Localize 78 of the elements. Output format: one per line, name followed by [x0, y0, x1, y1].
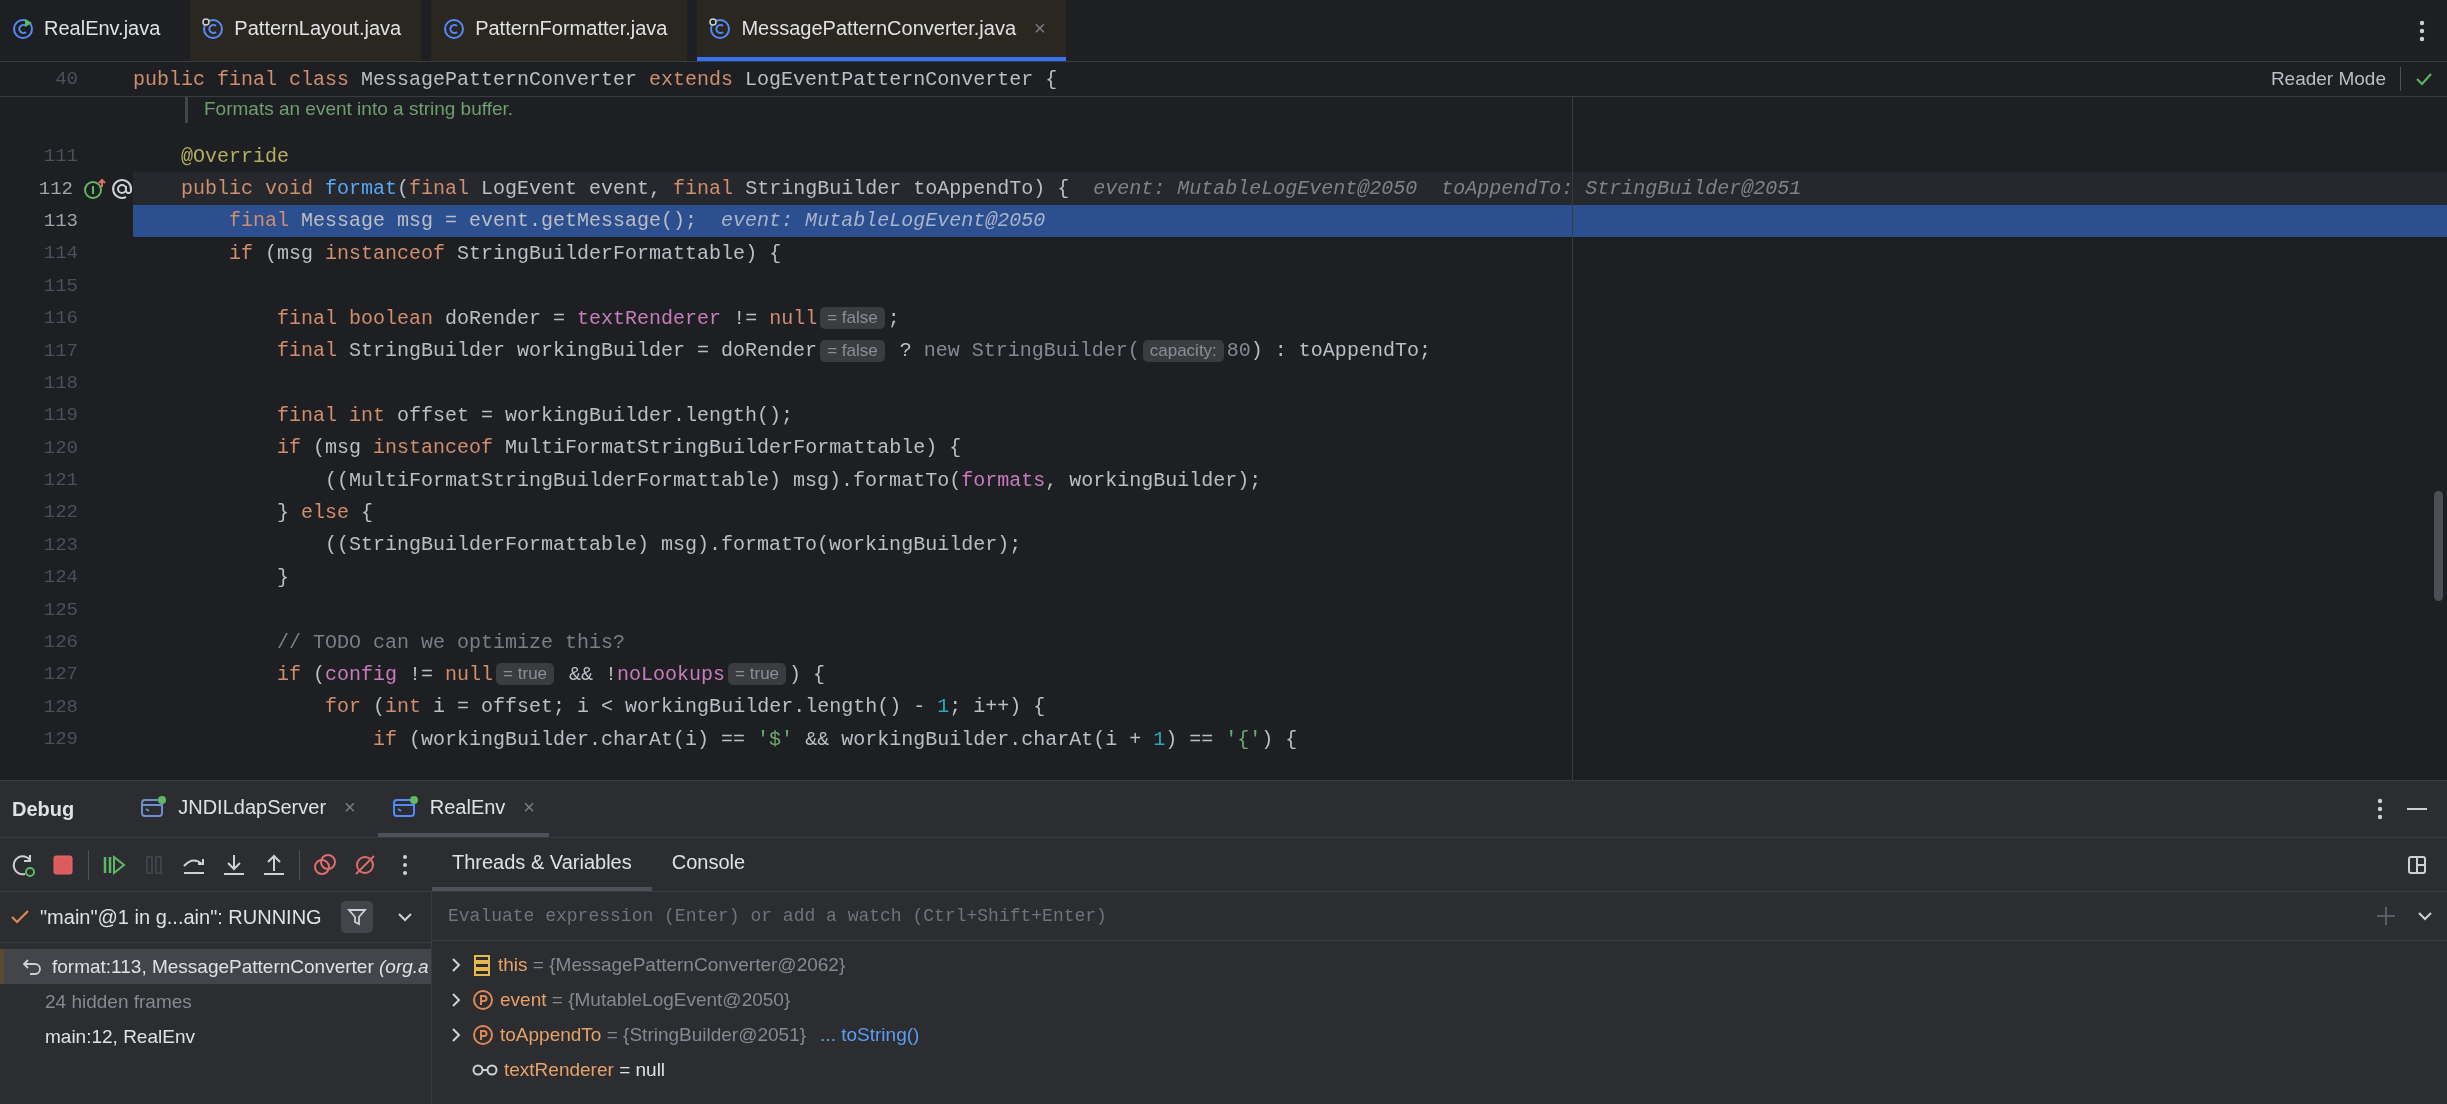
variable-entry[interactable]: event = {MutableLogEvent@2050} [500, 988, 791, 1011]
code-text: // TODO can we optimize this? [276, 630, 626, 654]
panel-title: Debug [11, 796, 76, 822]
implements-icon[interactable] [83, 177, 107, 200]
inlay-hint: = false [820, 307, 885, 330]
code-text: ) { [789, 662, 826, 686]
code-text: final boolean doRender = textRenderer != null [276, 306, 818, 330]
check-icon [2415, 71, 2433, 87]
code-text: public final class MessagePatternConverter extends LogEventPatternConverter { [133, 67, 1058, 91]
class-file-icon [202, 17, 225, 40]
filter-icon [347, 907, 367, 927]
to-string-link[interactable]: ... toString() [820, 1023, 920, 1046]
more-icon[interactable] [2419, 19, 2425, 42]
thread-selector[interactable]: "main"@1 in g...ain": RUNNING [40, 905, 322, 929]
stack-icon [472, 953, 492, 976]
more-icon[interactable] [2377, 798, 2383, 820]
inline-value-hint: event: MutableLogEvent@2050 [721, 209, 1046, 233]
class-file-icon [443, 17, 466, 40]
editor-tab[interactable]: RealEnv.java [0, 0, 181, 61]
line-number: 113 [42, 209, 78, 232]
parameter-icon [472, 988, 494, 1011]
check-icon [10, 909, 30, 925]
editor-tab[interactable]: PatternLayout.java [190, 0, 422, 61]
code-text: if (config != null [276, 662, 494, 686]
view-tab[interactable]: Console [651, 838, 766, 891]
breakpoints-icon[interactable] [312, 851, 338, 878]
line-number: 112 [37, 177, 73, 200]
reader-mode-link[interactable]: Reader Mode [2270, 68, 2386, 90]
chevron-down-icon[interactable] [397, 912, 413, 922]
code-text: if (msg instanceof StringBuilderFormattable) { [228, 241, 782, 265]
scrollbar-thumb[interactable] [2434, 491, 2443, 601]
editor-tab[interactable]: PatternFormatter.java [431, 0, 688, 61]
parameter-icon [472, 1023, 494, 1046]
inlay-hint: capacity: [1142, 339, 1224, 362]
inline-value-hint: toAppendTo: StringBuilder@2051 [1441, 177, 1802, 201]
inlay-hint: = true [496, 663, 555, 686]
stack-frame[interactable]: 24 hidden frames [0, 984, 431, 1019]
evaluate-expression-field[interactable]: Evaluate expression (Enter) or add a watch (Ctrl+Shift+Enter) [446, 905, 2355, 927]
code-text: 80) : toAppendTo; [1226, 339, 1431, 363]
code-text: ((StringBuilderFormattable) msg).formatTo(workingBuilder); [324, 533, 1022, 557]
stack-frame[interactable]: format:113, MessagePatternConverter (org.a [0, 949, 431, 984]
inline-value-hint: event: MutableLogEvent@2050 [1093, 177, 1418, 201]
variable-entry[interactable]: textRenderer = null [504, 1058, 666, 1081]
return-arrow-icon [22, 957, 42, 976]
code-text: public void format(final LogEvent event, final StringBuilder toAppendTo) { [180, 177, 1070, 201]
code-text: for (int i = offset; i < workingBuilder.length() - 1; i++) { [324, 695, 1046, 719]
code-text: final StringBuilder workingBuilder = doRender [276, 339, 818, 363]
layout-icon[interactable] [2407, 854, 2427, 875]
code-text: ((MultiFormatStringBuilderFormattable) msg).formatTo(formats, workingBuilder); [324, 468, 1262, 492]
code-text: if (workingBuilder.charAt(i) == '$' && workingBuilder.charAt(i + 1) == '{') { [372, 727, 1298, 751]
code-text: } else { [276, 501, 374, 524]
app-window-icon [391, 795, 420, 819]
code-text: && !noLookups [568, 662, 726, 686]
session-tab[interactable]: JNDILdapServer × [126, 781, 370, 837]
code-text: ; [887, 306, 900, 330]
class-file-icon [12, 17, 34, 40]
rendered-doc-comment: Formats an event into a string buffer. [185, 97, 514, 123]
session-tab[interactable]: RealEnv × [377, 781, 550, 837]
close-icon[interactable]: × [1034, 17, 1046, 40]
inlay-hint: = true [728, 663, 787, 686]
chevron-down-icon[interactable] [2417, 911, 2433, 921]
stack-frame[interactable]: main:12, RealEnv [0, 1019, 431, 1054]
code-text: @Override [180, 144, 290, 168]
class-file-icon [709, 17, 732, 40]
filter-button[interactable] [341, 901, 373, 933]
variable-entry[interactable]: toAppendTo = {StringBuilder@2051} [500, 1023, 807, 1046]
app-window-icon [140, 795, 169, 819]
glasses-icon [472, 1062, 498, 1077]
code-text: ? new StringBuilder( [898, 339, 1140, 363]
code-text: final Message msg = event.getMessage(); [228, 209, 698, 233]
variable-entry[interactable]: this = {MessagePatternConverter@2062} [498, 953, 846, 976]
minimize-icon[interactable] [2407, 807, 2427, 811]
inlay-hint: = false [820, 339, 885, 362]
editor-tab[interactable]: MessagePatternConverter.java × [697, 0, 1066, 61]
at-sign-icon[interactable] [111, 177, 133, 200]
code-text: if (msg instanceof MultiFormatStringBuilderFormattable) { [276, 436, 962, 460]
code-text: final int offset = workingBuilder.length(); [276, 403, 794, 427]
code-text: } [276, 565, 290, 589]
